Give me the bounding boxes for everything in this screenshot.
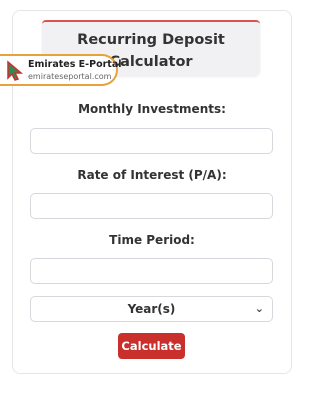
monthly-investments-input[interactable] xyxy=(30,128,273,154)
title-line-2: Calculator xyxy=(109,54,193,70)
cursor-logo-icon xyxy=(7,60,24,81)
calculate-button[interactable]: Calculate xyxy=(118,333,185,359)
rate-of-interest-label: Rate of Interest (P/A): xyxy=(77,168,227,182)
time-unit-selected: Year(s) xyxy=(127,302,176,316)
logo-url: emirateseportal.com xyxy=(28,72,112,81)
chevron-down-icon: ⌄ xyxy=(254,302,264,315)
logo-brand: Emirates E-Portal xyxy=(28,59,122,70)
time-period-input[interactable] xyxy=(30,258,273,284)
time-period-label: Time Period: xyxy=(109,233,195,247)
title-line-1: Recurring Deposit xyxy=(77,32,225,48)
site-logo[interactable]: Emirates E-Portal emirateseportal.com xyxy=(0,54,122,86)
time-unit-select[interactable]: Year(s) ⌄ xyxy=(30,296,273,322)
rate-of-interest-input[interactable] xyxy=(30,193,273,219)
monthly-investments-label: Monthly Investments: xyxy=(78,102,226,116)
